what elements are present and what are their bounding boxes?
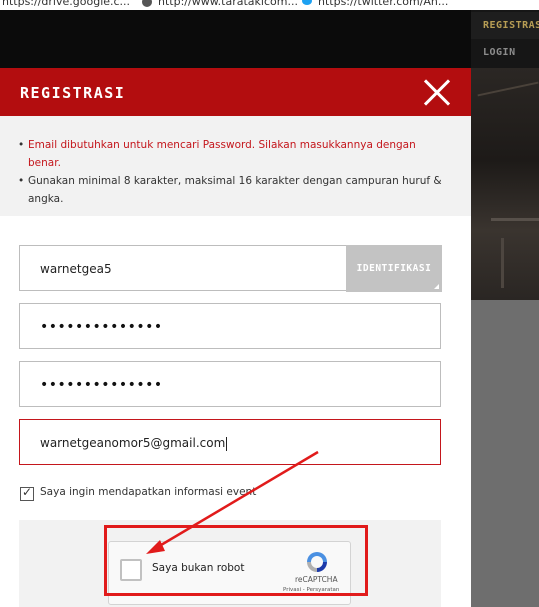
confirm-password-value: •••••••••••••• [40, 377, 163, 393]
username-value: warnetgea5 [40, 262, 112, 276]
check-icon: ✓ [22, 485, 33, 499]
username-field[interactable]: warnetgea5 [19, 245, 347, 291]
confirm-password-field[interactable]: •••••••••••••• [19, 361, 441, 407]
globe-icon [142, 0, 152, 7]
password-hint: Gunakan minimal 8 karakter, maksimal 16 … [18, 172, 448, 208]
modal-header: REGISTRASI [0, 68, 471, 116]
password-field[interactable]: •••••••••••••• [19, 303, 441, 349]
site-nav: REGISTRASI LOGIN [471, 10, 539, 68]
annotation-rectangle [104, 525, 368, 596]
bookmark-link[interactable]: https://drive.google.c... [2, 0, 130, 8]
site-header [0, 10, 539, 68]
bookmark-link[interactable]: https://twitter.com/Ah... [318, 0, 448, 8]
password-value: •••••••••••••• [40, 319, 163, 335]
modal-title: REGISTRASI [20, 84, 126, 102]
error-message: Email dibutuhkan untuk mencari Password.… [18, 136, 448, 172]
background-image [471, 68, 539, 300]
page-background [471, 68, 539, 607]
bookmark-link[interactable]: http://www.taratakicom... [158, 0, 298, 8]
close-icon[interactable] [422, 78, 452, 108]
nav-registrasi[interactable]: REGISTRASI [471, 12, 539, 39]
email-value: warnetgeanomor5@gmail.com [40, 436, 228, 451]
email-field[interactable]: warnetgeanomor5@gmail.com [19, 419, 441, 465]
info-box: Email dibutuhkan untuk mencari Password.… [0, 116, 471, 216]
nav-login[interactable]: LOGIN [471, 39, 539, 66]
identify-button[interactable]: IDENTIFIKASI [346, 245, 442, 292]
bookmarks-bar: https://drive.google.c... http://www.tar… [0, 0, 539, 10]
newsletter-label: Saya ingin mendapatkan informasi event [40, 486, 257, 498]
newsletter-checkbox[interactable]: ✓ [20, 485, 34, 501]
twitter-icon [302, 0, 312, 5]
